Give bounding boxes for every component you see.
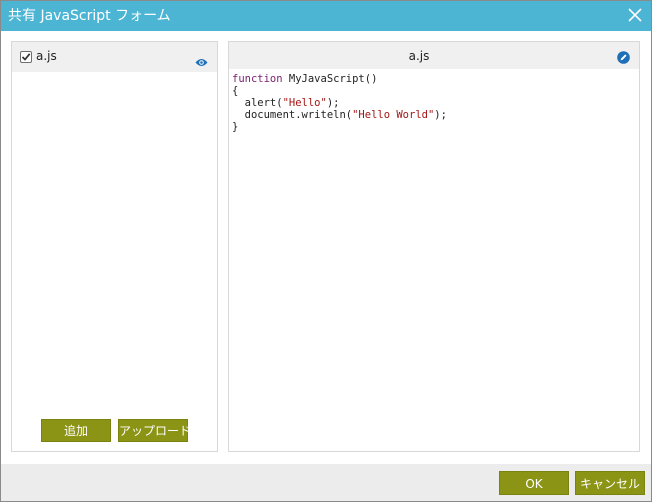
- add-button[interactable]: 追加: [41, 419, 111, 442]
- code-string: "Hello": [282, 97, 327, 109]
- editor-file-title: a.js: [408, 49, 430, 63]
- javascript-form-dialog: 共有 JavaScript フォーム a.js 追加 アップロード a.js f…: [0, 0, 652, 502]
- file-checkbox[interactable]: [20, 51, 32, 63]
- dialog-body: a.js 追加 アップロード a.js function MyJavaScrip…: [1, 31, 651, 464]
- code-string: "Hello World": [352, 109, 435, 121]
- code-editor[interactable]: function MyJavaScript(){ alert("Hello");…: [232, 73, 632, 443]
- file-name: a.js: [36, 49, 57, 63]
- editor-header: a.js: [229, 42, 639, 69]
- code-line: document.writeln("Hello World");: [232, 109, 447, 121]
- file-list-panel: a.js 追加 アップロード: [11, 41, 218, 452]
- code-line: alert("Hello");: [232, 97, 340, 109]
- cancel-button[interactable]: キャンセル: [575, 471, 645, 495]
- ok-button[interactable]: OK: [499, 471, 569, 495]
- code-line: {: [232, 85, 239, 97]
- upload-button[interactable]: アップロード: [118, 419, 191, 442]
- dialog-title: 共有 JavaScript フォーム: [8, 8, 171, 24]
- code-editor-panel: a.js function MyJavaScript(){ alert("Hel…: [228, 41, 640, 452]
- file-list-item[interactable]: a.js: [12, 42, 217, 72]
- code-line: }: [232, 121, 239, 133]
- eye-icon[interactable]: [195, 52, 208, 66]
- pencil-icon[interactable]: [617, 49, 630, 64]
- dialog-footer: OK キャンセル: [1, 464, 651, 501]
- dialog-titlebar: 共有 JavaScript フォーム: [1, 1, 651, 31]
- code-keyword: function: [232, 73, 283, 85]
- code-line: function MyJavaScript(): [232, 73, 378, 85]
- close-icon[interactable]: [627, 7, 643, 23]
